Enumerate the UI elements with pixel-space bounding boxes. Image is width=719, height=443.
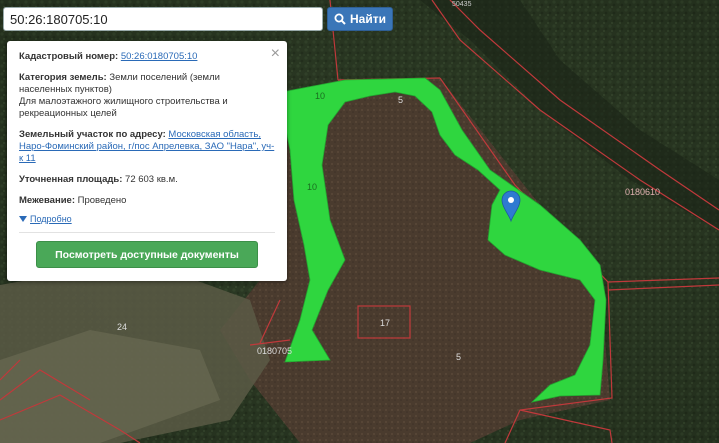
survey-row: Межевание: Проведено xyxy=(19,195,275,207)
parcel-label-17: 17 xyxy=(380,318,390,328)
block-label-top: 50435 xyxy=(452,1,472,8)
category-row: Категория земель: Земли поселений (земли… xyxy=(19,72,275,120)
survey-value: Проведено xyxy=(77,195,127,206)
parcel-label-10-b: 10 xyxy=(307,182,317,192)
search-input[interactable] xyxy=(3,7,323,31)
address-label: Земельный участок по адресу: xyxy=(19,129,166,140)
parcel-info-card: × Кадастровый номер: 50:26:0180705:10 Ка… xyxy=(7,41,287,281)
usage-value: Для малоэтажного жилищного строительства… xyxy=(19,96,228,119)
parcel-label-5-a: 5 xyxy=(398,95,403,105)
close-icon[interactable]: × xyxy=(271,46,280,62)
category-label: Категория земель: xyxy=(19,72,107,83)
details-toggle[interactable]: Подробно xyxy=(19,213,72,225)
parcel-label-24: 24 xyxy=(117,322,127,332)
search-button[interactable]: Найти xyxy=(327,7,393,31)
cadastral-number-link[interactable]: 50:26:0180705:10 xyxy=(121,51,198,62)
block-label-0180705: 0180705 xyxy=(257,346,292,356)
address-row: Земельный участок по адресу: Московская … xyxy=(19,129,275,165)
search-button-label: Найти xyxy=(350,12,386,26)
divider xyxy=(19,232,275,233)
parcel-label-5-b: 5 xyxy=(456,352,461,362)
details-label: Подробно xyxy=(30,214,72,224)
cadastral-row: Кадастровый номер: 50:26:0180705:10 xyxy=(19,51,275,63)
block-label-0180610: 0180610 xyxy=(625,187,660,197)
cadastral-label: Кадастровый номер: xyxy=(19,51,119,62)
area-value: 72 603 кв.м. xyxy=(125,174,178,185)
survey-label: Межевание: xyxy=(19,195,75,206)
area-label: Уточненная площадь: xyxy=(19,174,123,185)
area-row: Уточненная площадь: 72 603 кв.м. xyxy=(19,174,275,186)
parcel-label-10-a: 10 xyxy=(315,91,325,101)
triangle-down-icon xyxy=(19,216,27,222)
view-documents-button[interactable]: Посмотреть доступные документы xyxy=(36,241,258,268)
search-icon xyxy=(334,13,346,25)
